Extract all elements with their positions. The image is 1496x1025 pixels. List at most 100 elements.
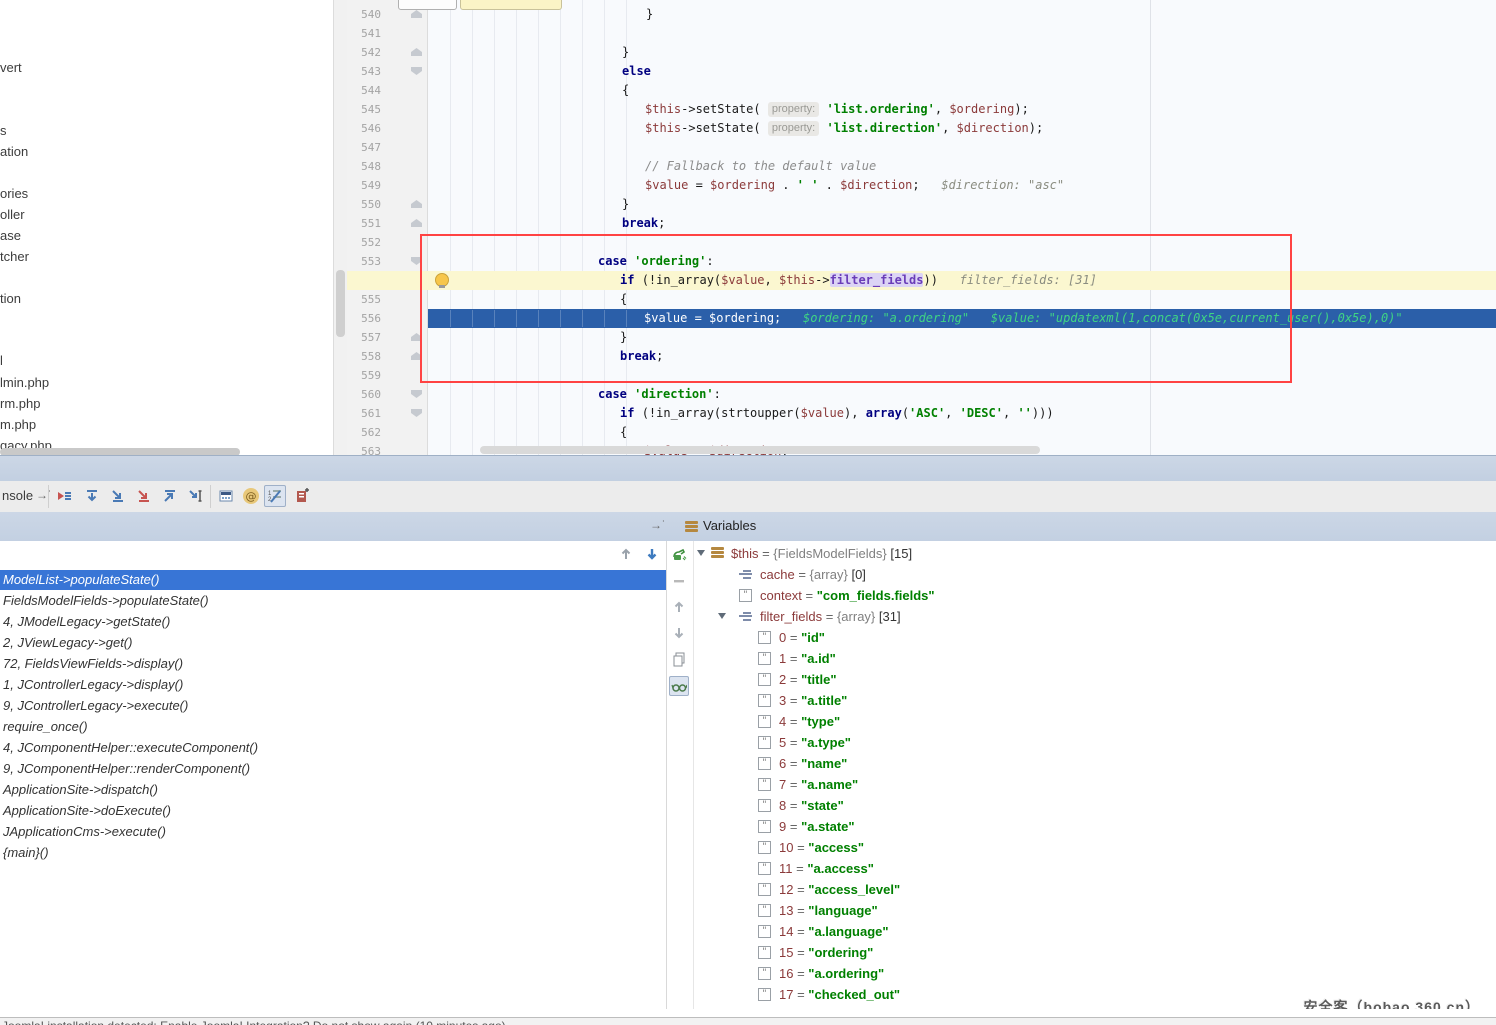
project-tree-vscrollbar[interactable] [333,0,348,455]
code-line[interactable]: if (!in_array(strtoupper($value), array(… [620,404,1054,423]
variable-row[interactable]: "16 = "a.ordering" [692,963,1496,984]
fold-end-icon[interactable] [411,219,422,227]
gutter-line-number[interactable]: 542 [347,43,381,62]
variable-row[interactable]: "context = "com_fields.fields" [692,585,1496,606]
project-tree-item[interactable]: oller [0,207,25,222]
fold-end-icon[interactable] [411,10,422,18]
show-execution-point-icon[interactable] [54,486,74,506]
variable-row[interactable]: "5 = "a.type" [692,732,1496,753]
frames-row[interactable]: require_once() [0,717,666,737]
gutter-line-number[interactable]: 540 [347,5,381,24]
code-line[interactable]: case 'ordering': [598,252,714,271]
expand-arrow-icon[interactable] [718,613,726,619]
force-step-into-icon[interactable] [134,486,154,506]
gutter-line-number[interactable]: 553 [347,252,381,271]
gutter-line-number[interactable]: 548 [347,157,381,176]
code-line[interactable]: // Fallback to the default value [645,157,876,176]
gutter-line-number[interactable]: 560 [347,385,381,404]
code-line[interactable]: else [622,62,651,81]
step-over-icon[interactable] [82,486,102,506]
gutter-line-number[interactable]: 562 [347,423,381,442]
variables-panel[interactable]: $this = {FieldsModelFields} [15]cache = … [692,541,1496,1009]
code-editor[interactable]: 5405415425435445455465475485495505515525… [347,0,1496,455]
code-line[interactable]: { [620,290,627,309]
variable-row[interactable]: filter_fields = {array} [31] [692,606,1496,627]
editor-hscrollbar[interactable] [480,446,1040,454]
run-to-cursor-icon[interactable] [186,486,206,506]
project-tree-panel[interactable]: vertsationoriesollerasetchertionllmin.ph… [0,0,333,455]
code-line[interactable]: break; [620,347,663,366]
code-line[interactable]: $this->setState( property: 'list.orderin… [645,100,1029,119]
show-watches-icon[interactable] [669,676,689,696]
editor-gutter[interactable]: 5405415425435445455465475485495505515525… [347,0,428,455]
show-watches-inline-icon[interactable]: 12 [264,485,286,507]
project-tree-item[interactable]: vert [0,60,22,75]
frames-row[interactable]: ApplicationSite->dispatch() [0,780,666,800]
gutter-line-number[interactable]: 561 [347,404,381,423]
variable-row[interactable]: "11 = "a.access" [692,858,1496,879]
restore-layout-icon[interactable] [292,486,312,506]
frames-row[interactable]: 9, JControllerLegacy->execute() [0,696,666,716]
gutter-line-number[interactable]: 551 [347,214,381,233]
code-line[interactable]: { [620,423,627,442]
variable-row[interactable]: "7 = "a.name" [692,774,1496,795]
gutter-line-number[interactable]: 541 [347,24,381,43]
move-up-icon[interactable] [670,598,688,616]
frames-row[interactable]: 4, JComponentHelper::executeComponent() [0,738,666,758]
frames-row[interactable]: 4, JModelLegacy->getState() [0,612,666,632]
fold-end-icon[interactable] [411,352,422,360]
code-line[interactable]: } [646,5,653,24]
variable-row[interactable]: "0 = "id" [692,627,1496,648]
console-tab[interactable]: nsole [2,488,33,503]
gutter-line-number[interactable]: 550 [347,195,381,214]
clipped-button-yellow[interactable] [460,0,562,10]
gutter-line-number[interactable]: 543 [347,62,381,81]
gutter-line-number[interactable]: 555 [347,290,381,309]
frames-row[interactable]: 1, JControllerLegacy->display() [0,675,666,695]
variable-row[interactable]: cache = {array} [0] [692,564,1496,585]
frames-row[interactable]: 2, JViewLegacy->get() [0,633,666,653]
project-tree-item[interactable]: ories [0,186,28,201]
variable-row[interactable]: "3 = "a.title" [692,690,1496,711]
gutter-line-number[interactable]: 546 [347,119,381,138]
gutter-line-number[interactable]: 558 [347,347,381,366]
variable-row[interactable]: "1 = "a.id" [692,648,1496,669]
code-line[interactable]: if (!in_array($value, $this->filter_fiel… [620,271,1097,290]
variable-row[interactable]: "10 = "access" [692,837,1496,858]
frames-pin-icon[interactable]: →˙ [650,518,666,532]
variable-row[interactable]: "9 = "a.state" [692,816,1496,837]
evaluate-expression-icon[interactable] [216,486,236,506]
frames-row[interactable]: FieldsModelFields->populateState() [0,591,666,611]
gutter-line-number[interactable]: 559 [347,366,381,385]
project-tree-item[interactable]: lmin.php [0,375,49,390]
fold-start-icon[interactable] [411,390,422,398]
variable-row[interactable]: "8 = "state" [692,795,1496,816]
code-line[interactable]: case 'direction': [598,385,721,404]
project-tree-item[interactable]: l [0,353,3,368]
project-tree-item[interactable]: ation [0,144,28,159]
clipped-button-light[interactable] [398,0,457,10]
variable-row[interactable]: "2 = "title" [692,669,1496,690]
gutter-line-number[interactable]: 549 [347,176,381,195]
frames-panel[interactable]: ModelList->populateState()FieldsModelFie… [0,541,666,1009]
fold-start-icon[interactable] [411,257,422,265]
project-tree-item[interactable]: tcher [0,249,29,264]
frames-row[interactable]: 72, FieldsViewFields->display() [0,654,666,674]
code-line[interactable]: $value = $ordering; $ordering: "a.orderi… [644,309,1403,328]
variable-row[interactable]: "6 = "name" [692,753,1496,774]
show-values-at-icon[interactable]: @ [241,486,261,506]
fold-start-icon[interactable] [411,67,422,75]
project-tree-item[interactable]: ase [0,228,21,243]
frames-row[interactable]: 9, JComponentHelper::renderComponent() [0,759,666,779]
add-watch-icon[interactable] [670,546,688,564]
frames-row[interactable]: ApplicationSite->doExecute() [0,801,666,821]
variable-row[interactable]: "14 = "a.language" [692,921,1496,942]
variable-row[interactable]: "15 = "ordering" [692,942,1496,963]
previous-frame-icon[interactable] [618,546,634,562]
project-tree-item[interactable]: tion [0,291,21,306]
remove-watch-icon[interactable] [670,572,688,590]
gutter-line-number[interactable]: 545 [347,100,381,119]
next-frame-icon[interactable] [644,546,660,562]
code-line[interactable]: break; [622,214,665,233]
step-out-icon[interactable] [160,486,180,506]
